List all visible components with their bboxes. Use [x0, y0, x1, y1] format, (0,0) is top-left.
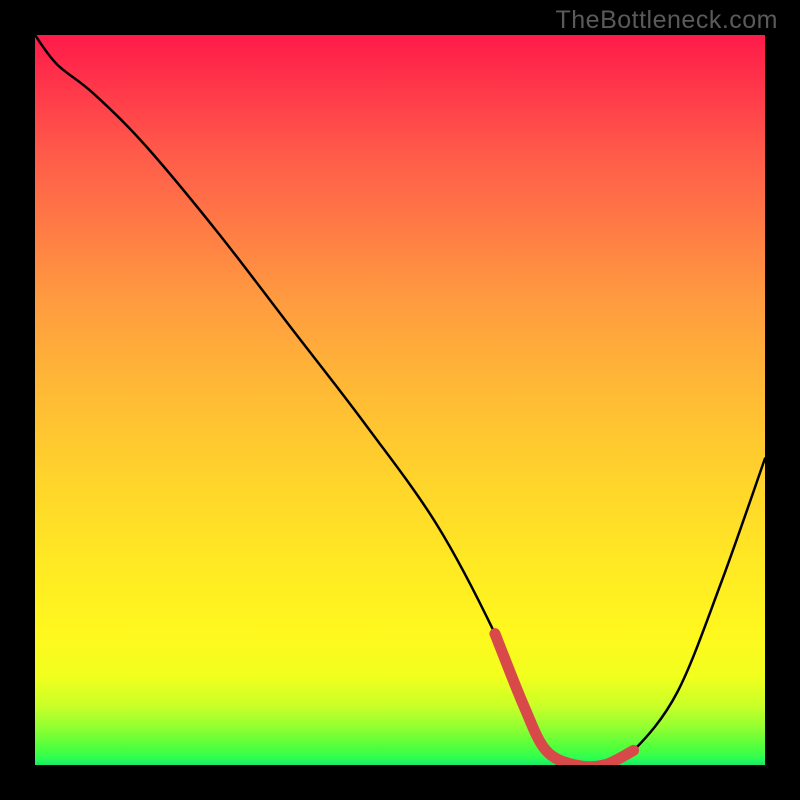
bottleneck-curve-svg	[35, 35, 765, 765]
optimal-zone-path	[495, 634, 634, 765]
plot-area	[35, 35, 765, 765]
watermark-text: TheBottleneck.com	[556, 6, 779, 35]
chart-frame: TheBottleneck.com	[0, 0, 800, 800]
bottleneck-curve-path	[35, 35, 765, 765]
